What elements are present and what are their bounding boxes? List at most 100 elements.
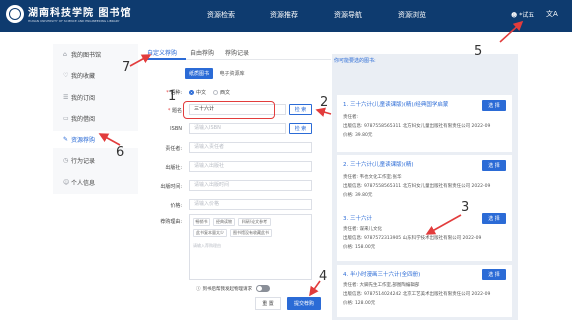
home-icon: ⌂ [63, 51, 67, 58]
book-author: 责任者: 韦也文化工作室;张华 [343, 175, 402, 180]
select-book-button[interactable]: 选 择 [482, 269, 506, 280]
annotation-number: 4 [319, 269, 328, 284]
book-card: 2. 三十六计(儿童读课版)(精) 责任者: 韦也文化工作室;张华 出版信息: … [337, 155, 512, 212]
select-book-button[interactable]: 选 择 [482, 213, 506, 224]
price-input[interactable]: 请输入价格 [189, 199, 312, 210]
book-publish-info: 出版信息: 9787572313905 山东科学技术出版社有限公司 2022-0… [343, 236, 482, 241]
isbn-label: ISBN [170, 126, 182, 132]
book-card: 1. 三十六计(儿童读课版)(精)/经典国学启蒙 责任者: 出版信息: 9787… [337, 95, 512, 152]
sidebar-item-history[interactable]: ◷ 行为记录 [53, 152, 138, 169]
sidebar-item-label: 资源荐购 [71, 137, 96, 144]
book-price: 价格: 39.80元 [343, 133, 373, 138]
physical-request-notice: ⓘ 到书后帮我发起物理请求 [196, 287, 252, 292]
user-name: *试五 [519, 12, 535, 19]
annotation-number: 1 [168, 89, 177, 104]
sidebar-item-recommend[interactable]: ✎ 资源荐购 [53, 131, 138, 148]
book-price: 价格: 128.00元 [343, 301, 376, 306]
book-card: 3. 三十六计 责任者: 谋来儿文化 出版信息: 9787572313905 山… [337, 209, 512, 261]
sidebar-item-label: 行为记录 [71, 158, 96, 165]
reason-chip-few-copies[interactable]: 此书复本量太少 [193, 229, 227, 237]
library-logo[interactable] [6, 5, 24, 23]
active-tab-underline [146, 58, 186, 60]
logo-text[interactable]: 湖南科技学院 图书馆 [28, 4, 131, 19]
user-icon: ☺ [63, 179, 70, 186]
results-title: 你可能要选的图书: [334, 58, 376, 64]
annotation-number: 6 [116, 145, 125, 160]
annotation-number: 3 [461, 200, 470, 215]
arrow-2 [315, 107, 332, 117]
history-icon: ◷ [63, 157, 69, 164]
select-book-button[interactable]: 选 择 [482, 100, 506, 111]
reason-chip-not-collected[interactable]: 图书馆没有收藏此书 [230, 229, 272, 237]
pubtime-input[interactable]: 请输入出版时间 [189, 180, 312, 191]
language-switch-icon[interactable]: 文A [546, 9, 558, 19]
book-publish-info: 出版信息: 9787514024242 北京工艺美术出版社有限责任公司 2022… [343, 292, 491, 297]
rss-icon: ☰ [63, 94, 69, 101]
sidebar-item-subscriptions[interactable]: ☰ 我的订阅 [53, 89, 138, 106]
nav-resource-search[interactable]: 资源检索 [207, 10, 235, 20]
annotation-number: 5 [474, 44, 483, 59]
select-book-button[interactable]: 选 择 [482, 160, 506, 171]
tab-custom-recommend[interactable]: 自定义荐购 [147, 48, 177, 57]
book-title[interactable]: 1. 三十六计(儿童读课版)(精)/经典国学启蒙 [343, 100, 448, 108]
tab-free-recommend[interactable]: 自由荐购 [190, 48, 214, 57]
radio-dot-selected [189, 90, 194, 95]
radio-western[interactable]: 西文 [213, 89, 230, 96]
pubtime-label: 出版时间: [160, 184, 182, 190]
book-icon: ▭ [63, 115, 69, 122]
subtab-e-resources[interactable]: 电子资源库 [215, 68, 249, 79]
user-menu[interactable]: ☻ *试五 [511, 10, 534, 19]
isbn-search-button[interactable]: 检 索 [289, 123, 312, 134]
sidebar-item-profile[interactable]: ☺ 个人信息 [53, 174, 138, 191]
nav-resource-browse[interactable]: 资源浏览 [398, 10, 426, 20]
tab-recommend-records[interactable]: 荐购记录 [225, 48, 249, 57]
sidebar-item-label: 我的借阅 [71, 116, 96, 123]
author-input[interactable]: 请输入责任者 [189, 142, 312, 153]
reset-button[interactable]: 重 置 [255, 297, 281, 310]
isbn-input[interactable]: 请输入ISBN [189, 123, 286, 134]
book-price: 价格: 39.80元 [343, 193, 373, 198]
book-publish-info: 出版信息: 9787558565311 北方妇女儿童出版社有限责任公司 2022… [343, 184, 491, 189]
title-highlight-box [183, 101, 275, 119]
radio-chinese[interactable]: 中文 [189, 89, 206, 96]
recommend-icon: ✎ [63, 136, 69, 143]
reason-chip-classic[interactable]: 经典读物 [213, 218, 235, 226]
book-title[interactable]: 3. 三十六计 [343, 214, 372, 222]
logo-subtitle: HUNAN UNIVERSITY OF SCIENCE AND ENGINEER… [28, 19, 120, 23]
radio-dot [213, 90, 218, 95]
book-author: 责任者: [343, 115, 359, 120]
physical-request-toggle[interactable] [256, 285, 270, 292]
publisher-label: 出版社: [165, 165, 182, 171]
annotation-number: 7 [122, 60, 131, 75]
nav-resource-guide[interactable]: 资源导航 [334, 10, 362, 20]
sidebar-item-label: 我的图书馆 [71, 52, 102, 59]
book-price: 价格: 158.00元 [343, 245, 376, 250]
book-card: 4. 半小时漫画三十六计(全四册) 责任者: 大脚先生工作室,部图陶编辑部 出版… [337, 265, 512, 317]
reason-label: 荐购理由: [160, 219, 182, 225]
book-author: 责任者: 大脚先生工作室,部图陶编辑部 [343, 283, 420, 288]
sidebar-item-label: 我的收藏 [71, 73, 96, 80]
title-label: * 题名 [167, 108, 182, 114]
subtab-paper-books[interactable]: 纸质图书 [185, 68, 213, 79]
sidebar-item-label: 我的订阅 [71, 95, 96, 102]
book-author: 责任者: 谋来儿文化 [343, 227, 382, 232]
user-icon: ☻ [511, 12, 518, 19]
book-title[interactable]: 4. 半小时漫画三十六计(全四册) [343, 270, 420, 278]
reason-chip-bestseller[interactable]: 畅销书 [193, 218, 210, 226]
heart-icon: ♡ [63, 72, 69, 79]
submit-recommend-button[interactable]: 提交荐购 [287, 297, 321, 310]
price-label: 价格: [170, 203, 182, 209]
reason-chip-research[interactable]: 科研/论文参考 [238, 218, 271, 226]
title-search-button[interactable]: 检 索 [289, 104, 312, 115]
book-title[interactable]: 2. 三十六计(儿童读课版)(精) [343, 160, 414, 168]
reason-placeholder: 请输入荐购理由 [193, 243, 221, 248]
nav-resource-recommend[interactable]: 资源推荐 [270, 10, 298, 20]
info-icon: ⓘ [196, 287, 201, 292]
book-publish-info: 出版信息: 9787558565311 北方妇女儿童出版社有限责任公司 2022… [343, 124, 491, 129]
sidebar-item-label: 个人信息 [71, 180, 96, 187]
annotation-number: 2 [320, 95, 329, 110]
author-label: 责任者: [165, 146, 182, 152]
sidebar-item-borrowing[interactable]: ▭ 我的借阅 [53, 110, 138, 127]
publisher-input[interactable]: 请输入出版社 [189, 161, 312, 172]
top-header: 湖南科技学院 图书馆 HUNAN UNIVERSITY OF SCIENCE A… [0, 0, 572, 32]
